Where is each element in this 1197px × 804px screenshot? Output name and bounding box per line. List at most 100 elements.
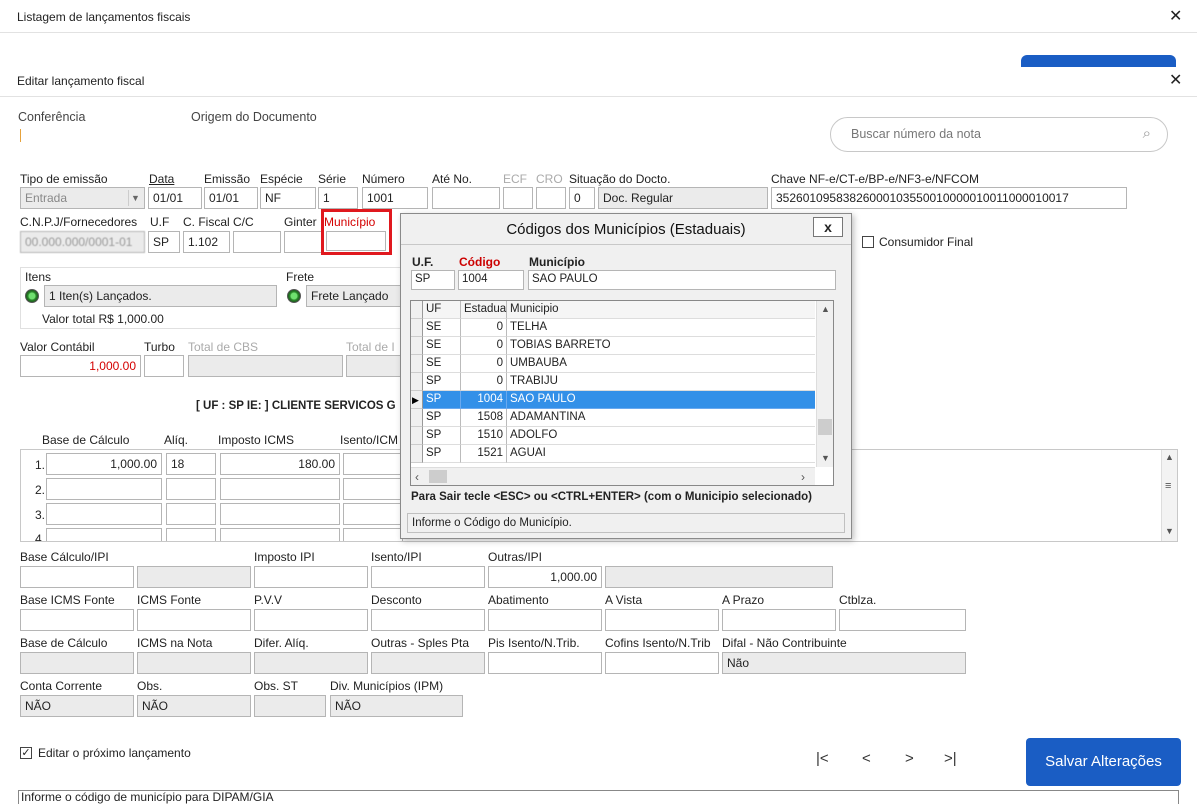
conta-corrente-field[interactable]: NÃO (20, 695, 134, 717)
emissao-field[interactable]: 01/01 (204, 187, 258, 209)
outras-ipi-field[interactable]: 1,000.00 (488, 566, 602, 588)
difal-field[interactable]: Não (722, 652, 966, 674)
base-icms-fonte-field[interactable] (20, 609, 134, 631)
situacao-code-field[interactable]: 0 (569, 187, 595, 209)
a-prazo-field[interactable] (722, 609, 836, 631)
icms-isento-field[interactable] (343, 478, 403, 500)
valor-contabil-field[interactable]: 1,000.00 (20, 355, 141, 377)
icms-imposto-field[interactable] (220, 478, 340, 500)
table-row[interactable]: ▶ SP 1004 SAO PAULO (411, 391, 815, 409)
icms-aliq-field[interactable] (166, 528, 216, 541)
icms-base-field[interactable] (46, 478, 162, 500)
chevron-up-icon[interactable]: ▲ (821, 304, 830, 314)
icms-base-field[interactable]: 1,000.00 (46, 453, 162, 475)
data-field[interactable]: 01/01 (148, 187, 202, 209)
obs-st-field[interactable] (254, 695, 326, 717)
ecf-field[interactable] (503, 187, 533, 209)
a-vista-field[interactable] (605, 609, 719, 631)
popup-municipio-field[interactable]: SAO PAULO (528, 270, 836, 290)
grid-col-uf[interactable]: UF (423, 301, 461, 319)
close-icon[interactable]: ✕ (1169, 6, 1182, 26)
icms-aliq-field[interactable]: 18 (166, 453, 216, 475)
cofins-isento-field[interactable] (605, 652, 719, 674)
icms-aliq-field[interactable] (166, 503, 216, 525)
cro-field[interactable] (536, 187, 566, 209)
next-page-icon[interactable]: > (905, 750, 914, 767)
icms-imposto-field[interactable] (220, 528, 340, 541)
popup-uf-field[interactable]: SP (411, 270, 455, 290)
icms-isento-field[interactable] (343, 528, 403, 541)
obs-field[interactable]: NÃO (137, 695, 251, 717)
pis-isento-field[interactable] (488, 652, 602, 674)
top-button-partial[interactable] (1021, 55, 1176, 67)
div-municipios-field[interactable]: NÃO (330, 695, 463, 717)
frete-field[interactable]: Frete Lançado (306, 285, 406, 307)
scroll-thumb[interactable] (818, 419, 832, 435)
pvv-field[interactable] (254, 609, 368, 631)
cnpj-field[interactable]: 00.000.000/0001-01 (20, 231, 145, 253)
last-page-icon[interactable]: >| (944, 750, 957, 767)
icms-base-field[interactable] (46, 528, 162, 541)
icms-isento-field[interactable] (343, 453, 403, 475)
chevron-up-icon[interactable]: ▲ (1165, 452, 1174, 462)
table-row[interactable]: SE 0 TOBIAS BARRETO (411, 337, 815, 355)
close-icon[interactable]: ✕ (1169, 70, 1182, 90)
numero-field[interactable]: 1001 (362, 187, 428, 209)
icms-fonte-field[interactable] (137, 609, 251, 631)
chevron-down-icon[interactable]: ▼ (1165, 526, 1174, 536)
scroll-thumb-icon[interactable]: ≡ (1165, 480, 1171, 492)
grid-col-municipio[interactable]: Municipio (507, 301, 815, 319)
prev-page-icon[interactable]: < (862, 750, 871, 767)
table-row[interactable]: SP 1508 ADAMANTINA (411, 409, 815, 427)
scroll-thumb[interactable] (429, 470, 447, 483)
first-page-icon[interactable]: |< (816, 750, 829, 767)
icms-imposto-field[interactable] (220, 503, 340, 525)
grid-cell-municipio: ADOLFO (507, 427, 815, 445)
table-row[interactable]: SP 1510 ADOLFO (411, 427, 815, 445)
table-row[interactable]: SE 0 UMBAUBA (411, 355, 815, 373)
search-box[interactable]: Buscar número da nota ⌕ (830, 117, 1168, 152)
tab-conferencia[interactable]: Conferência (18, 110, 85, 124)
chevron-down-icon[interactable]: ▼ (821, 453, 830, 463)
consumidor-final-checkbox[interactable] (862, 236, 874, 248)
cc-field[interactable] (233, 231, 281, 253)
tab-origem-documento[interactable]: Origem do Documento (191, 110, 317, 124)
especie-field[interactable]: NF (260, 187, 316, 209)
table-row[interactable]: SE 0 TELHA (411, 319, 815, 337)
grid-hscroll[interactable]: ‹ › (411, 467, 815, 485)
abatimento-field[interactable] (488, 609, 602, 631)
desconto-field[interactable] (371, 609, 485, 631)
itens-field[interactable]: 1 Iten(s) Lançados. (44, 285, 277, 307)
save-button[interactable]: Salvar Alterações (1026, 738, 1181, 786)
base-calculo-ipi-field[interactable] (20, 566, 134, 588)
editar-proximo-checkbox[interactable]: ✓ (20, 747, 32, 759)
table-row[interactable]: SP 0 TRABIJU (411, 373, 815, 391)
close-button[interactable]: x (813, 217, 843, 237)
chave-field[interactable]: 3526010958382600010355001000001001100001… (771, 187, 1127, 209)
icms-imposto-field[interactable]: 180.00 (220, 453, 340, 475)
ctblza-field[interactable] (839, 609, 966, 631)
search-input[interactable]: Buscar número da nota (851, 127, 981, 141)
icms-aliq-field[interactable] (166, 478, 216, 500)
serie-field[interactable]: 1 (318, 187, 358, 209)
chevron-left-icon[interactable]: ‹ (415, 470, 419, 484)
municipios-grid[interactable]: UF Estadual Municipio SE 0 TELHA SE 0 TOBIAS … (410, 300, 834, 486)
table-row[interactable]: SP 1521 AGUAI (411, 445, 815, 463)
chevron-down-icon[interactable]: ▼ (128, 190, 142, 206)
ate-no-field[interactable] (432, 187, 500, 209)
ginter-field[interactable] (284, 231, 322, 253)
uf-field[interactable]: SP (148, 231, 180, 253)
icms-scrollbar[interactable]: ▲ ≡ ▼ (1161, 450, 1177, 541)
grid-vscroll[interactable]: ▲ ▼ (816, 301, 833, 467)
chevron-right-icon[interactable]: › (801, 470, 805, 484)
isento-ipi-field[interactable] (371, 566, 485, 588)
grid-col-estadual[interactable]: Estadual (461, 301, 509, 319)
icms-base-field[interactable] (46, 503, 162, 525)
imposto-ipi-field[interactable] (254, 566, 368, 588)
turbo-field[interactable] (144, 355, 184, 377)
cfiscal-field[interactable]: 1.102 (183, 231, 230, 253)
popup-codigo-field[interactable]: 1004 (458, 270, 524, 290)
icms-isento-field[interactable] (343, 503, 403, 525)
tipo-emissao-select[interactable]: Entrada ▼ (20, 187, 145, 209)
search-icon[interactable]: ⌕ (1143, 125, 1151, 142)
